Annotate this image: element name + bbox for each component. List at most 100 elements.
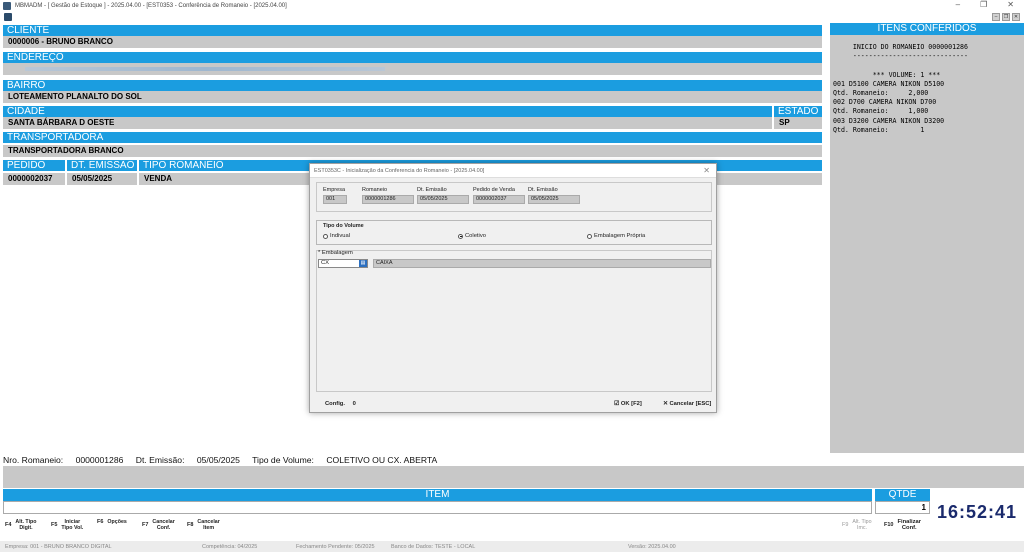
f6-desc: Opções bbox=[107, 519, 127, 525]
status-competencia: Competência: 04/2025 bbox=[202, 544, 258, 550]
f7-button[interactable]: F7 Cancelar Conf. bbox=[142, 519, 175, 531]
config-indicator: Config. 0 bbox=[325, 401, 356, 407]
f5-key: F5 bbox=[51, 522, 58, 528]
status-fechamento: Fechamento Pendente: 05/2025 bbox=[296, 544, 375, 550]
itens-conferidos-list[interactable]: INICIO DO ROMANEIO 0000001286 ----------… bbox=[830, 35, 1024, 453]
f10-button[interactable]: F10 Finalizar Conf. bbox=[884, 519, 921, 531]
bairro-value: LOTEAMENTO PLANALTO DO SOL bbox=[3, 91, 822, 103]
f9-key: F9 bbox=[842, 522, 849, 528]
itens-line: Qtd. Romaneio: 1,000 bbox=[833, 107, 929, 116]
f5-button[interactable]: F5 Iniciar Tipo Vol. bbox=[51, 519, 83, 531]
ok-button[interactable]: ☑ OK [F2] bbox=[614, 401, 642, 407]
itens-line: Qtd. Romaneio: 1 bbox=[833, 125, 925, 134]
itens-line: ----------------------------- bbox=[833, 52, 968, 61]
dt-emissao-label: Dt. Emissão bbox=[417, 187, 447, 193]
status-empresa: Empresa: 001 - BRUNO BRANCO DIGITAL bbox=[5, 544, 112, 550]
cliente-value: 0000006 - BRUNO BRANCO bbox=[3, 36, 822, 48]
message-bar bbox=[3, 466, 1024, 488]
tipo-volume-label: Tipo de Volume: bbox=[252, 455, 314, 465]
dialog-fields: Empresa 001 Romaneio 0000001286 Dt. Emis… bbox=[316, 182, 712, 212]
pedido-venda-label: Pedido de Venda bbox=[473, 187, 515, 193]
title-bar: MBMADM - [ Gestão de Estoque ] - 2025.04… bbox=[0, 0, 1024, 12]
check-icon: ☑ bbox=[614, 401, 620, 407]
pedido-venda-field: 0000002037 bbox=[473, 195, 525, 204]
qtde-header: QTDE bbox=[875, 489, 930, 501]
mdi-restore-icon[interactable]: ❐ bbox=[1002, 13, 1010, 21]
status-banco: Banco de Dados: TESTE - LOCAL bbox=[391, 544, 476, 550]
inicializacao-dialog: EST0353C - Inicialização da Conferencia … bbox=[309, 163, 717, 413]
f9-button[interactable]: F9 Alt. Tipo Imc. bbox=[842, 519, 872, 531]
minimize-icon[interactable]: – bbox=[956, 0, 960, 9]
embalagem-lookup-icon[interactable]: ▤ bbox=[359, 260, 367, 267]
cancel-label: Cancelar [ESC] bbox=[669, 401, 712, 407]
estado-value: SP bbox=[774, 117, 822, 129]
radio-coletivo-label: Coletivo bbox=[465, 233, 486, 239]
f4-key: F4 bbox=[5, 522, 12, 528]
qtde-input[interactable]: 1 bbox=[875, 501, 930, 514]
dialog-close-icon[interactable]: ✕ bbox=[703, 166, 710, 175]
pedido-value: 0000002037 bbox=[3, 173, 65, 185]
x-icon: ✕ bbox=[663, 401, 668, 407]
cidade-value: SANTA BÁRBARA D OESTE bbox=[3, 117, 772, 129]
tipo-volume-legend: Tipo do Volume bbox=[323, 223, 364, 229]
radio-individual-dot[interactable] bbox=[323, 233, 328, 239]
f5-desc: Iniciar Tipo Vol. bbox=[61, 519, 84, 531]
f8-desc: Cancelar Item bbox=[197, 519, 220, 531]
status-versao: Versão: 2025.04.00 bbox=[628, 544, 676, 550]
radio-embalagem-propria-dot[interactable] bbox=[587, 233, 592, 239]
romaneio-info: Nro. Romaneio: 0000001286 Dt. Emissão: 0… bbox=[3, 455, 447, 465]
nro-romaneio-label: Nro. Romaneio: bbox=[3, 455, 64, 465]
mdi-bar: – ❐ ✕ bbox=[0, 12, 1024, 22]
itens-line: 003 D3200 CAMERA NIKON D3200 bbox=[833, 116, 945, 125]
itens-line: INICIO DO ROMANEIO 0000001286 bbox=[833, 43, 968, 51]
cliente-header: CLIENTE bbox=[3, 25, 822, 36]
f10-key: F10 bbox=[884, 522, 894, 528]
estado-header: ESTADO bbox=[774, 106, 822, 117]
embalagem-label: * Embalagem bbox=[318, 250, 353, 256]
empresa-label: Empresa bbox=[323, 187, 346, 193]
ok-label: OK [F2] bbox=[620, 401, 642, 407]
radio-coletivo[interactable]: Coletivo bbox=[458, 233, 486, 239]
embalagem-panel bbox=[316, 250, 712, 392]
f8-button[interactable]: F8 Cancelar Item bbox=[187, 519, 220, 531]
mdi-minimize-icon[interactable]: – bbox=[992, 13, 1000, 21]
f8-key: F8 bbox=[187, 522, 194, 528]
f6-key: F6 bbox=[97, 519, 104, 525]
endereco-header: ENDEREÇO bbox=[3, 52, 822, 63]
app-window: MBMADM - [ Gestão de Estoque ] - 2025.04… bbox=[0, 0, 1024, 552]
cidade-header: CIDADE bbox=[3, 106, 772, 117]
endereco-redacted bbox=[25, 67, 385, 71]
item-input[interactable] bbox=[3, 501, 872, 514]
romaneio-label: Romaneio bbox=[362, 187, 388, 193]
transportadora-header: TRANSPORTADORA bbox=[3, 132, 822, 143]
f6-button[interactable]: F6 Opções bbox=[97, 519, 127, 525]
document-icon[interactable] bbox=[4, 13, 12, 21]
dt-emissao-field: 05/05/2025 bbox=[417, 195, 469, 204]
dialog-title: EST0353C - Inicialização da Conferencia … bbox=[310, 164, 716, 178]
dialog-footer: Config. 0 ☑ OK [F2] ✕ Cancelar [ESC] bbox=[310, 396, 716, 412]
itens-line: Qtd. Romaneio: 2,000 bbox=[833, 89, 929, 98]
info-dt-emissao-label: Dt. Emissão: bbox=[135, 455, 185, 465]
close-icon[interactable]: ✕ bbox=[1007, 0, 1014, 9]
dt-emissao2-label: Dt. Emissão bbox=[528, 187, 558, 193]
mdi-close-icon[interactable]: ✕ bbox=[1012, 13, 1020, 21]
bairro-header: BAIRRO bbox=[3, 80, 822, 91]
dt-emissao2-field: 05/05/2025 bbox=[528, 195, 580, 204]
config-value: 0 bbox=[352, 401, 356, 407]
restore-icon[interactable]: ❐ bbox=[980, 0, 987, 9]
dt-emissao-value: 05/05/2025 bbox=[67, 173, 137, 185]
nro-romaneio-value: 0000001286 bbox=[75, 455, 124, 465]
status-bar: Empresa: 001 - BRUNO BRANCO DIGITAL Comp… bbox=[0, 541, 1024, 552]
window-title: MBMADM - [ Gestão de Estoque ] - 2025.04… bbox=[15, 3, 287, 9]
radio-embalagem-propria[interactable]: Embalagem Própria bbox=[587, 233, 645, 239]
window-controls: – ❐ ✕ bbox=[956, 0, 1014, 9]
radio-coletivo-dot[interactable] bbox=[458, 233, 463, 239]
radio-individual-label: Indivual bbox=[330, 233, 350, 239]
mdi-controls: – ❐ ✕ bbox=[992, 13, 1020, 21]
cancel-button[interactable]: ✕ Cancelar [ESC] bbox=[663, 401, 711, 407]
f7-key: F7 bbox=[142, 522, 149, 528]
radio-embalagem-propria-label: Embalagem Própria bbox=[594, 233, 646, 239]
f4-button[interactable]: F4 Alt. Tipo Digit. bbox=[5, 519, 37, 531]
transportadora-value: TRANSPORTADORA BRANCO bbox=[3, 145, 822, 157]
radio-individual[interactable]: Indivual bbox=[323, 233, 350, 239]
